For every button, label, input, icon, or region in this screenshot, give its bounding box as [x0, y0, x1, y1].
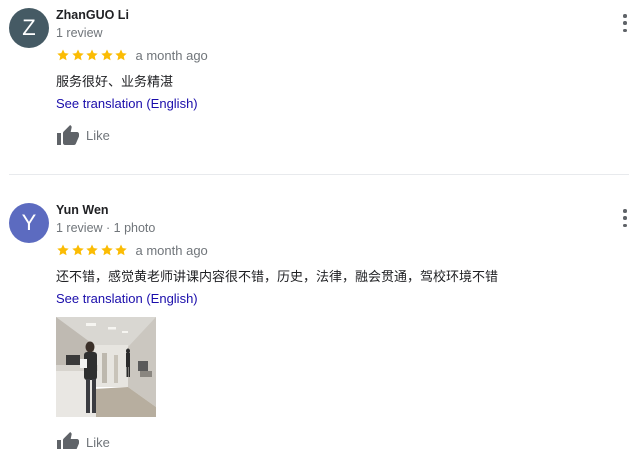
- see-translation-link[interactable]: See translation (English): [56, 96, 198, 111]
- more-vert-icon: [623, 216, 627, 220]
- review-photo[interactable]: [56, 317, 156, 417]
- reviews-panel: Z ZhanGUO Li 1 review a month ago 服务很好、业…: [0, 0, 629, 449]
- review-text: 服务很好、业务精湛: [56, 74, 174, 89]
- more-vert-icon: [623, 14, 627, 18]
- thumbs-up-icon: [56, 124, 80, 146]
- more-vert-icon: [623, 209, 627, 213]
- review-time: a month ago: [135, 47, 208, 63]
- star-icon: [114, 243, 128, 257]
- star-icon: [114, 48, 128, 62]
- reviewer-meta: 1 review · 1 photo: [56, 221, 156, 235]
- more-vert-icon: [623, 223, 627, 227]
- avatar[interactable]: Y: [9, 203, 49, 243]
- divider: [9, 174, 629, 175]
- reviewer-meta: 1 review: [56, 26, 103, 40]
- more-options-button[interactable]: [621, 14, 629, 32]
- reviewer-name[interactable]: Yun Wen: [56, 203, 109, 217]
- star-icon: [56, 48, 70, 62]
- star-rating: [56, 48, 129, 62]
- star-icon: [71, 48, 85, 62]
- rating-row: a month ago: [56, 242, 208, 258]
- more-vert-icon: [623, 28, 627, 32]
- star-icon: [85, 48, 99, 62]
- thumbs-up-icon: [56, 431, 80, 449]
- review-text: 还不错，感觉黄老师讲课内容很不错，历史，法律，融会贯通，驾校环境不错: [56, 269, 499, 284]
- like-button[interactable]: Like: [56, 431, 110, 449]
- star-rating: [56, 243, 129, 257]
- star-icon: [100, 48, 114, 62]
- more-options-button[interactable]: [621, 209, 629, 227]
- avatar[interactable]: Z: [9, 8, 49, 48]
- rating-row: a month ago: [56, 47, 208, 63]
- more-vert-icon: [623, 21, 627, 25]
- review-time: a month ago: [135, 242, 208, 258]
- see-translation-link[interactable]: See translation (English): [56, 291, 198, 306]
- star-icon: [56, 243, 70, 257]
- star-icon: [100, 243, 114, 257]
- reviewer-name[interactable]: ZhanGUO Li: [56, 8, 129, 22]
- like-label: Like: [86, 127, 110, 143]
- like-label: Like: [86, 434, 110, 449]
- like-button[interactable]: Like: [56, 124, 110, 146]
- star-icon: [85, 243, 99, 257]
- star-icon: [71, 243, 85, 257]
